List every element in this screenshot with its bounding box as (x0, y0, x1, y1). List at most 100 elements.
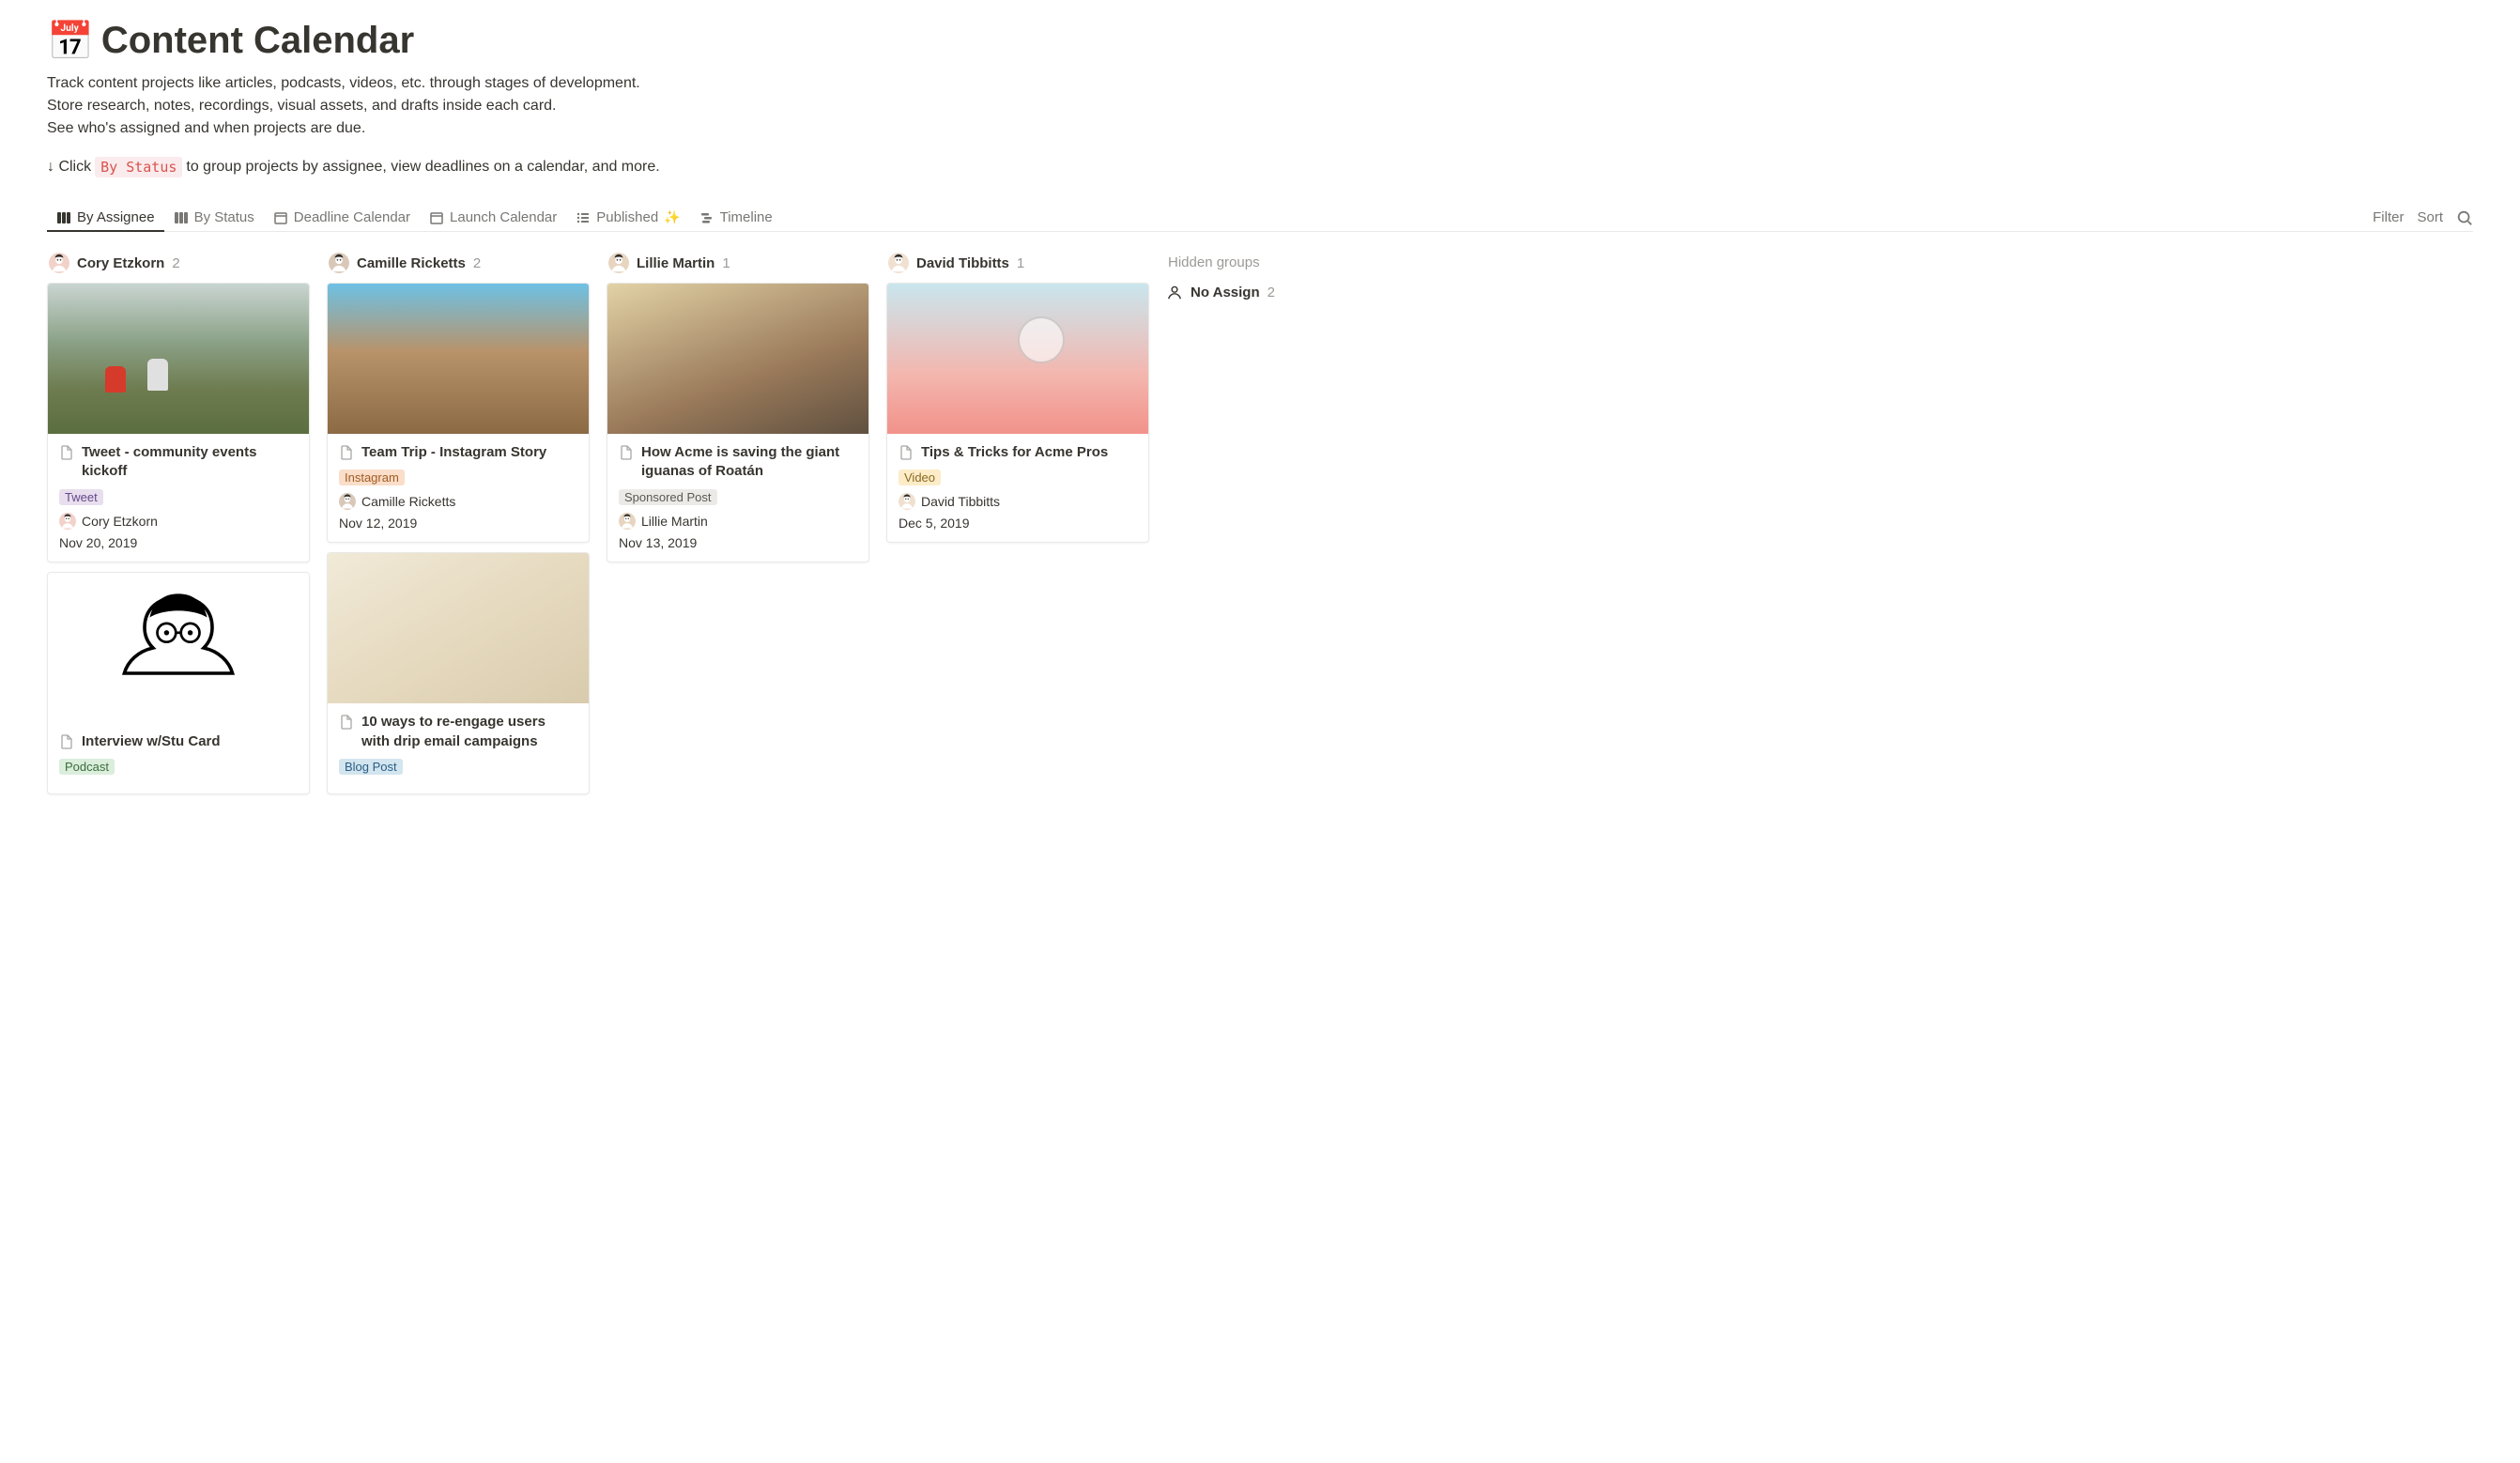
assignee-avatar (608, 253, 629, 273)
calendar-icon (429, 210, 444, 225)
no-assignee-group[interactable]: No Assign 2 (1166, 284, 1326, 300)
card-cover (48, 284, 309, 434)
document-icon (619, 445, 634, 460)
tab-by-assignee[interactable]: By Assignee (47, 204, 164, 231)
timeline-icon (699, 210, 715, 225)
assignee-avatar (59, 513, 76, 530)
search-icon[interactable] (2456, 209, 2473, 226)
assignee-avatar (888, 253, 909, 273)
assignee-name: Camille Ricketts (361, 494, 455, 509)
board: Cory Etzkorn2Tweet - community events ki… (47, 249, 2473, 804)
board-card[interactable]: 10 ways to re-engage users with drip ema… (327, 552, 590, 794)
card-tag: Video (899, 470, 941, 485)
page-header: 📅 Content Calendar Track content project… (47, 19, 2473, 177)
hint-text: ↓ Click By Status to group projects by a… (47, 157, 2473, 177)
board-column: David Tibbitts 1 Tips & Tricks for Acme Pr… (886, 249, 1149, 552)
tab-label: Launch Calendar (450, 209, 557, 225)
tab-by-status[interactable]: By Status (164, 204, 264, 231)
card-date: Nov 13, 2019 (619, 535, 857, 550)
assignee-name: Lillie Martin (641, 514, 708, 529)
board-card[interactable]: Interview w/Stu Card Podcast (47, 572, 310, 794)
desc-line-2: Store research, notes, recordings, visua… (47, 95, 2473, 117)
no-assignee-label: No Assign (1191, 285, 1260, 300)
card-date: Nov 12, 2019 (339, 516, 577, 531)
document-icon (899, 445, 914, 460)
tabbar-actions: Filter Sort (2373, 209, 2473, 226)
card-cover (48, 573, 309, 723)
card-cover (887, 284, 1148, 434)
card-body: Team Trip - Instagram StoryInstagramCami… (328, 434, 589, 542)
card-assignee: Cory Etzkorn (59, 513, 298, 530)
views-tabs: By Assignee By Status Deadline Calendar … (47, 204, 2373, 231)
card-title: Tweet - community events kickoff (82, 443, 298, 482)
column-count: 2 (473, 255, 481, 271)
filter-button[interactable]: Filter (2373, 209, 2404, 225)
tab-label: Deadline Calendar (294, 209, 410, 225)
hint-pre: ↓ Click (47, 159, 91, 176)
card-tag: Blog Post (339, 759, 403, 775)
board-column: Camille Ricketts 2 Team Trip - Instagram S… (327, 249, 590, 804)
card-cover (607, 284, 868, 434)
card-cover (328, 284, 589, 434)
desc-line-1: Track content projects like articles, po… (47, 72, 2473, 95)
tab-label: Timeline (720, 209, 773, 225)
column-name: Camille Ricketts (357, 255, 466, 271)
tab-label: By Assignee (77, 209, 155, 225)
assignee-avatar (339, 493, 356, 510)
board-icon (56, 210, 71, 225)
card-title: How Acme is saving the giant iguanas of … (641, 443, 857, 482)
column-name: David Tibbitts (916, 255, 1009, 271)
assignee-avatar (329, 253, 349, 273)
board-card[interactable]: Tweet - community events kickoff Tweet Cor… (47, 283, 310, 562)
sparkle-icon: ✨ (664, 209, 680, 225)
person-off-icon (1166, 284, 1183, 300)
column-count: 1 (1017, 255, 1024, 271)
page-description[interactable]: Track content projects like articles, po… (47, 72, 2473, 140)
hint-code: By Status (95, 157, 182, 177)
tab-label: Published (596, 209, 658, 225)
no-assignee-count: 2 (1268, 285, 1275, 300)
tab-deadline-calendar[interactable]: Deadline Calendar (264, 204, 420, 231)
card-date: Dec 5, 2019 (899, 516, 1137, 531)
board-column: Lillie Martin 1 How Acme is saving the gia… (607, 249, 869, 572)
tab-published[interactable]: Published ✨ (566, 204, 689, 231)
card-assignee: David Tibbitts (899, 493, 1137, 510)
assignee-name: David Tibbitts (921, 494, 1000, 509)
board-card[interactable]: Team Trip - Instagram StoryInstagramCami… (327, 283, 590, 543)
board-card[interactable]: Tips & Tricks for Acme Pros Video David Ti… (886, 283, 1149, 543)
column-name: Lillie Martin (637, 255, 715, 271)
card-body: Tweet - community events kickoff Tweet Cor… (48, 434, 309, 562)
tab-launch-calendar[interactable]: Launch Calendar (420, 204, 566, 231)
column-count: 2 (172, 255, 179, 271)
card-tag: Podcast (59, 759, 115, 775)
card-date: Nov 20, 2019 (59, 535, 298, 550)
card-assignee: Camille Ricketts (339, 493, 577, 510)
column-header[interactable]: Lillie Martin 1 (607, 249, 869, 283)
tab-timeline[interactable]: Timeline (690, 204, 782, 231)
card-cover (328, 553, 589, 703)
column-count: 1 (722, 255, 730, 271)
card-tag: Tweet (59, 489, 103, 505)
hidden-groups-column: Hidden groups No Assign 2 (1166, 249, 1326, 300)
card-title: Interview w/Stu Card (82, 732, 221, 751)
column-header[interactable]: Cory Etzkorn2 (47, 249, 310, 283)
card-body: Tips & Tricks for Acme Pros Video David Ti… (887, 434, 1148, 542)
hint-post: to group projects by assignee, view dead… (186, 159, 659, 176)
document-icon (59, 734, 74, 749)
document-icon (339, 715, 354, 730)
page-title[interactable]: Content Calendar (101, 20, 414, 62)
column-header[interactable]: David Tibbitts 1 (886, 249, 1149, 283)
sort-button[interactable]: Sort (2417, 209, 2443, 225)
card-tag: Sponsored Post (619, 489, 717, 505)
assignee-avatar (899, 493, 915, 510)
card-body: 10 ways to re-engage users with drip ema… (328, 703, 589, 793)
column-header[interactable]: Camille Ricketts 2 (327, 249, 590, 283)
board-card[interactable]: How Acme is saving the giant iguanas of … (607, 283, 869, 562)
board-icon (174, 210, 189, 225)
card-title: Team Trip - Instagram Story (361, 443, 546, 462)
card-assignee: Lillie Martin (619, 513, 857, 530)
card-title: Tips & Tricks for Acme Pros (921, 443, 1108, 462)
page-icon[interactable]: 📅 (47, 19, 94, 63)
board-column: Cory Etzkorn2Tweet - community events ki… (47, 249, 310, 804)
hidden-groups-label[interactable]: Hidden groups (1166, 253, 1326, 272)
